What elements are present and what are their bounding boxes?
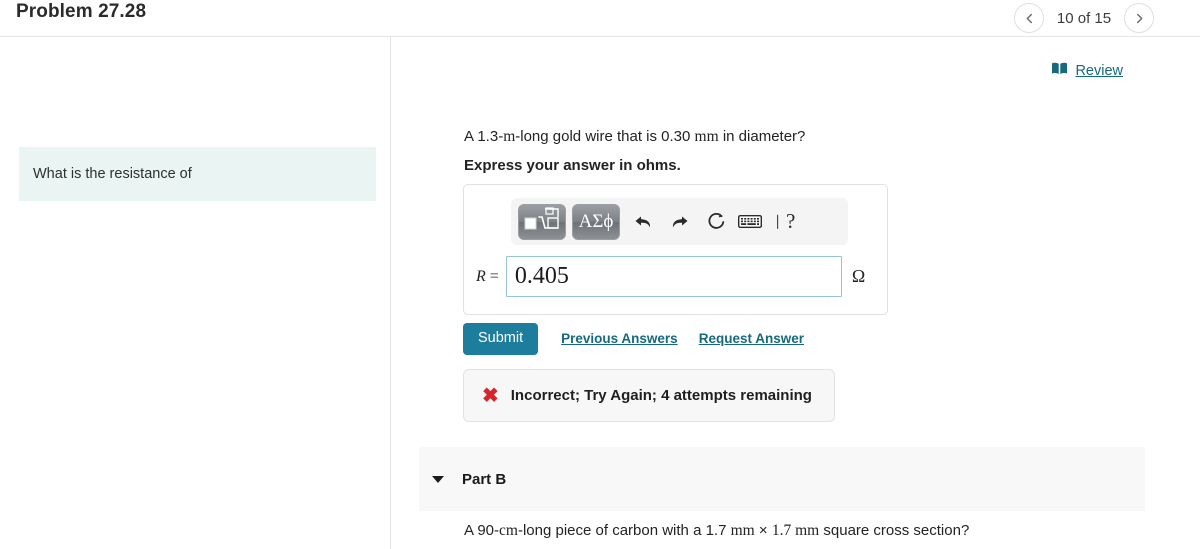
problem-pager: 10 of 15: [1014, 0, 1154, 36]
feedback-text: Incorrect; Try Again; 4 attempts remaini…: [510, 387, 812, 404]
part-a-instruction: Express your answer in ohms.: [464, 157, 681, 174]
math-template-button[interactable]: [518, 203, 566, 240]
reset-circular-arrow-icon: [706, 211, 728, 233]
chevron-right-icon: [1133, 12, 1146, 25]
problem-stem-highlight[interactable]: What is the resistance of: [19, 147, 376, 201]
undo-button[interactable]: [626, 207, 660, 237]
question-suffix: in diameter?: [718, 128, 806, 145]
undo-arrow-icon: [632, 212, 654, 232]
next-problem-button[interactable]: [1124, 3, 1154, 33]
part-a-question-text: A 1.3-m-long gold wire that is 0.30 mm i…: [464, 128, 805, 146]
pager-label: 10 of 15: [1056, 9, 1112, 27]
question-unit-m: m: [503, 128, 516, 145]
page-title: Problem 27.28: [16, 1, 147, 22]
greek-symbols-button[interactable]: ΑΣϕ: [572, 203, 620, 240]
question-b-unit-mm-2: 1.7 mm: [771, 522, 820, 539]
math-toolbar: ΑΣϕ ⎹ ?: [511, 198, 848, 245]
answer-input[interactable]: 0.405: [505, 256, 842, 297]
question-mid: -long gold wire that is 0.30: [515, 128, 695, 145]
part-b-label: Part B: [462, 470, 507, 488]
submit-button[interactable]: Submit: [463, 323, 539, 355]
feedback-banner: ✖ Incorrect; Try Again; 4 attempts remai…: [463, 369, 835, 422]
redo-arrow-icon: [669, 212, 691, 232]
answer-input-row: R = 0.405 Ω: [476, 256, 865, 297]
right-pane: Review A 1.3-m-long gold wire that is 0.…: [391, 37, 1200, 549]
page-body: What is the resistance of Review A 1.3-m…: [0, 37, 1200, 549]
part-b-header[interactable]: Part B: [419, 447, 1145, 511]
greek-letters-label: ΑΣϕ: [578, 210, 614, 232]
keyboard-button[interactable]: [737, 207, 763, 237]
previous-problem-button[interactable]: [1014, 3, 1044, 33]
question-prefix: A 1.3-: [464, 128, 504, 145]
review-link-row[interactable]: Review: [1051, 62, 1123, 80]
question-b-times: ×: [754, 522, 772, 539]
request-answer-link[interactable]: Request Answer: [699, 331, 804, 346]
question-unit-mm: mm: [694, 128, 719, 145]
keyboard-cursor-indicator: ⎹: [764, 213, 778, 229]
left-pane: What is the resistance of: [0, 37, 390, 549]
keyboard-icon: [738, 214, 762, 229]
question-b-unit-mm-1: mm: [730, 522, 755, 539]
question-b-unit-cm: cm: [499, 522, 518, 539]
chevron-left-icon: [1023, 12, 1036, 25]
previous-answers-link[interactable]: Previous Answers: [561, 331, 678, 346]
red-x-icon: ✖: [482, 384, 499, 407]
page-header: Problem 27.28 10 of 15: [0, 0, 1200, 37]
part-b-question-text: A 90-cm-long piece of carbon with a 1.7 …: [464, 522, 969, 540]
reset-button[interactable]: [700, 207, 734, 237]
problem-stem-text: What is the resistance of: [33, 166, 192, 182]
caret-down-icon: [432, 475, 444, 483]
question-b-mid: -long piece of carbon with a 1.7: [517, 522, 731, 539]
answer-unit-label: Ω: [851, 266, 866, 286]
question-b-suffix: square cross section?: [819, 522, 970, 539]
review-link[interactable]: Review: [1075, 63, 1123, 79]
math-template-icon: [522, 205, 562, 238]
help-button[interactable]: ?: [786, 211, 795, 232]
redo-button[interactable]: [663, 207, 697, 237]
part-a-answer-panel: ΑΣϕ ⎹ ? R = 0.405 Ω: [463, 184, 888, 315]
answer-variable-label: R =: [476, 267, 499, 285]
part-a-actions: Submit Previous Answers Request Answer: [463, 323, 804, 355]
question-b-prefix: A 90-: [464, 522, 500, 539]
book-icon: [1051, 62, 1068, 80]
